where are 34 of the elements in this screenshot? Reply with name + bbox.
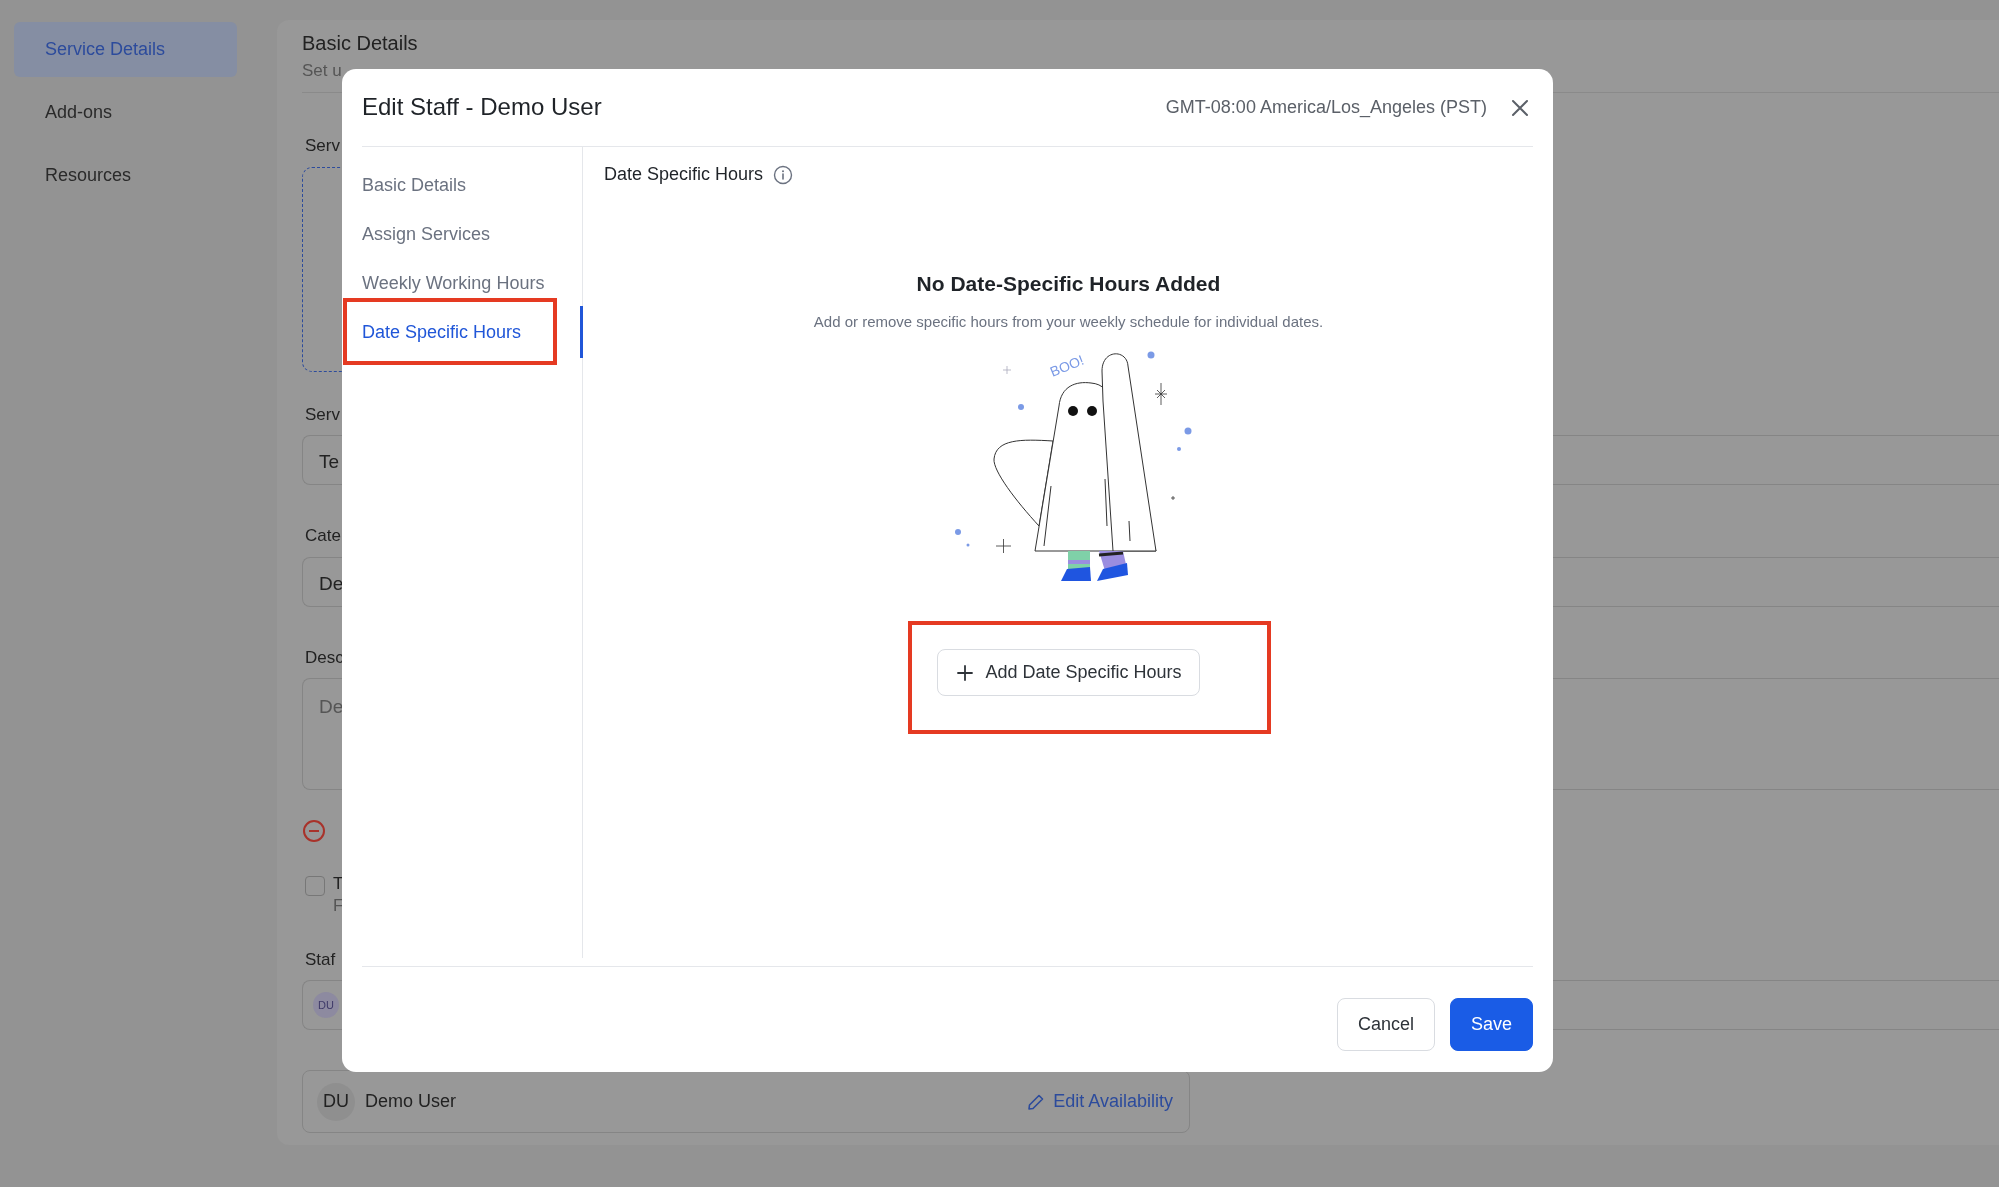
sidebar-item[interactable]: Service Details <box>14 22 237 77</box>
checkbox[interactable] <box>305 875 325 896</box>
checkbox-hint: F <box>333 894 344 917</box>
section-title: Date Specific Hours <box>604 163 764 186</box>
sidebar-item[interactable]: Add-ons <box>14 85 237 140</box>
checkbox-label: T <box>333 872 344 895</box>
plus-icon <box>957 664 974 681</box>
pencil-icon <box>1027 1092 1046 1111</box>
avatar: DU <box>317 1082 355 1121</box>
field-label: Serv <box>305 135 341 157</box>
staff-name: Demo User <box>365 1090 457 1114</box>
field-label: Cate <box>305 525 342 547</box>
empty-state-description: Add or remove specific hours from your weekly schedule for individual dates. <box>813 311 1324 332</box>
field-label: Serv <box>305 403 341 426</box>
modal-nav-item[interactable]: Assign Services <box>362 219 582 249</box>
modal-nav-item[interactable]: Weekly Working Hours <box>362 268 582 298</box>
empty-state-title: No Date-Specific Hours Added <box>916 271 1221 297</box>
info-icon[interactable] <box>773 164 794 185</box>
close-icon <box>1511 98 1529 117</box>
section-title: Basic Details <box>302 31 419 56</box>
add-date-specific-hours-button[interactable]: Add Date Specific Hours <box>937 649 1200 696</box>
timezone-label: GMT-08:00 America/Los_Angeles (PST) <box>1165 96 1487 120</box>
modal-nav-item[interactable]: Date Specific Hours <box>362 317 582 347</box>
cancel-button[interactable]: Cancel <box>1336 998 1435 1051</box>
modal-nav-item[interactable]: Basic Details <box>362 170 582 200</box>
modal-title: Edit Staff - Demo User <box>362 93 602 122</box>
active-indicator <box>580 306 583 358</box>
edit-availability-link[interactable]: Edit Availability <box>1027 1088 1173 1116</box>
field-label: Staf <box>305 948 337 971</box>
sidebar-item[interactable]: Resources <box>14 148 237 203</box>
avatar: DU <box>313 992 339 1019</box>
boo-text: BOO! <box>1047 351 1086 380</box>
field-label: Desc <box>305 646 345 669</box>
save-button[interactable]: Save <box>1449 998 1533 1051</box>
